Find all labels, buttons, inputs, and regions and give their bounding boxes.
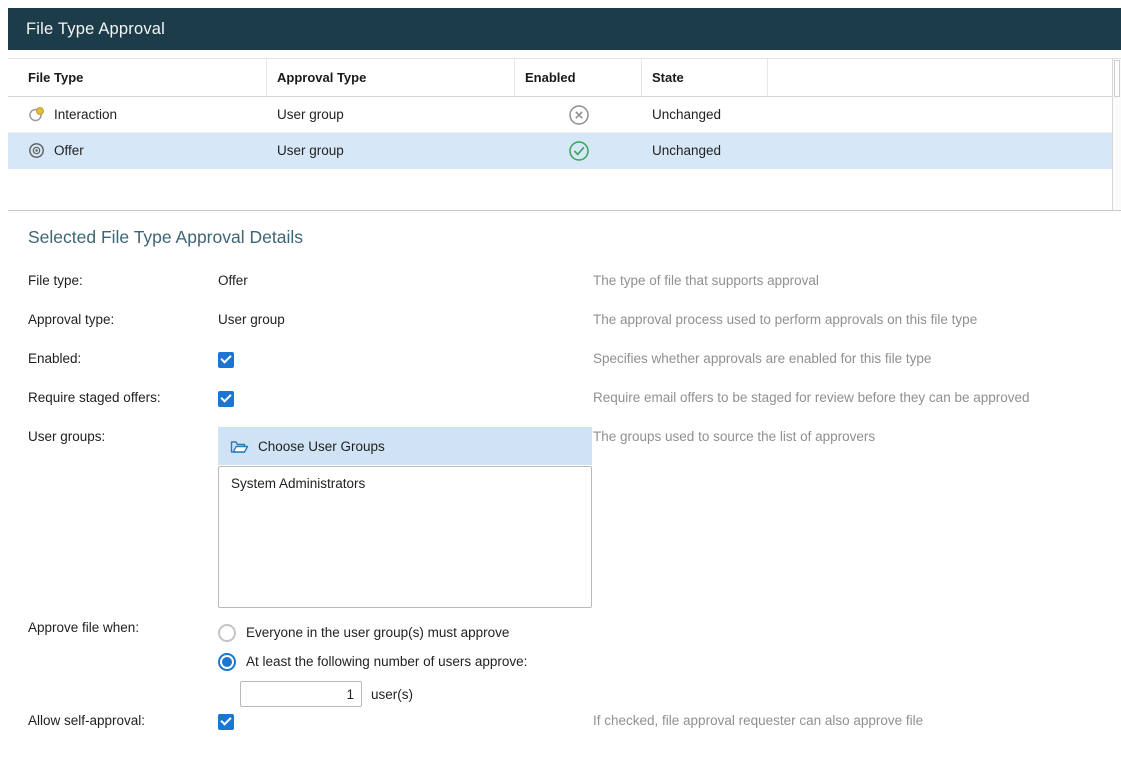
table-row-offer[interactable]: Offer User group Unchanged [8,133,1121,169]
state-cell: Unchanged [642,143,768,158]
approver-count-suffix: user(s) [371,687,413,702]
field-label: File type: [28,271,218,288]
column-header-approval-type[interactable]: Approval Type [267,59,515,96]
field-row-require-staged-offers: Require staged offers: Require email off… [28,388,1121,427]
page-title: File Type Approval [26,20,165,39]
radio-option-at-least-n[interactable]: At least the following number of users a… [218,647,593,676]
file-type-cell: Interaction [8,106,267,123]
table-scrollbar[interactable] [1112,59,1121,210]
user-groups-listbox[interactable]: System Administrators [218,466,592,608]
file-type-label: Interaction [54,107,117,122]
file-type-label: Offer [54,143,84,158]
file-type-table: File Type Approval Type Enabled State In… [8,58,1121,211]
radio-option-everyone[interactable]: Everyone in the user group(s) must appro… [218,618,593,647]
user-group-list-item[interactable]: System Administrators [219,467,591,500]
require-staged-offers-checkbox[interactable] [218,391,234,407]
scrollbar-thumb[interactable] [1114,60,1120,97]
choose-user-groups-label: Choose User Groups [258,439,385,454]
radio-label: At least the following number of users a… [246,654,527,669]
field-row-allow-self-approval: Allow self-approval: If checked, file ap… [28,711,1121,750]
approval-type-value: User group [218,310,593,327]
section-title: Selected File Type Approval Details [28,227,1121,248]
disabled-circle-x-icon [568,104,590,126]
field-help: The type of file that supports approval [593,271,1121,288]
radio-button-unselected[interactable] [218,624,236,642]
column-header-spacer [768,59,1121,96]
field-label: Allow self-approval: [28,711,218,728]
field-row-approve-file-when: Approve file when: Everyone in the user … [28,618,1121,707]
interaction-icon [28,106,45,123]
file-type-cell: Offer [8,142,267,159]
field-row-enabled: Enabled: Specifies whether approvals are… [28,349,1121,388]
column-header-state[interactable]: State [642,59,768,96]
approval-type-cell: User group [267,143,515,158]
radio-button-selected[interactable] [218,653,236,671]
open-folder-icon [230,439,249,454]
table-header-row: File Type Approval Type Enabled State [8,59,1121,97]
approver-count-row: user(s) [240,681,593,707]
offer-icon [28,142,45,159]
table-empty-area [8,169,1121,210]
approval-type-cell: User group [267,107,515,122]
field-row-file-type: File type: Offer The type of file that s… [28,271,1121,310]
field-label: Approve file when: [28,618,218,635]
field-help: Specifies whether approvals are enabled … [593,349,1121,366]
field-help: The groups used to source the list of ap… [593,427,1121,444]
field-label: Require staged offers: [28,388,218,405]
field-label: Enabled: [28,349,218,366]
enabled-checkbox[interactable] [218,352,234,368]
state-cell: Unchanged [642,107,768,122]
details-section: Selected File Type Approval Details File… [28,227,1121,750]
field-label: Approval type: [28,310,218,327]
column-header-file-type[interactable]: File Type [8,59,267,96]
field-label: User groups: [28,427,218,444]
page-header: File Type Approval [8,8,1121,50]
field-help: If checked, file approval requester can … [593,711,1121,728]
choose-user-groups-button[interactable]: Choose User Groups [218,427,592,465]
enabled-cell [515,104,642,126]
enabled-circle-check-icon [568,140,590,162]
field-help: Require email offers to be staged for re… [593,388,1121,405]
column-header-enabled[interactable]: Enabled [515,59,642,96]
field-row-user-groups: User groups: Choose User Groups System A… [28,427,1121,608]
allow-self-approval-checkbox[interactable] [218,714,234,730]
file-type-value: Offer [218,271,593,288]
radio-label: Everyone in the user group(s) must appro… [246,625,509,640]
approver-count-input[interactable] [240,681,362,707]
table-row-interaction[interactable]: Interaction User group Unchanged [8,97,1121,133]
enabled-cell [515,140,642,162]
field-row-approval-type: Approval type: User group The approval p… [28,310,1121,349]
field-help: The approval process used to perform app… [593,310,1121,327]
